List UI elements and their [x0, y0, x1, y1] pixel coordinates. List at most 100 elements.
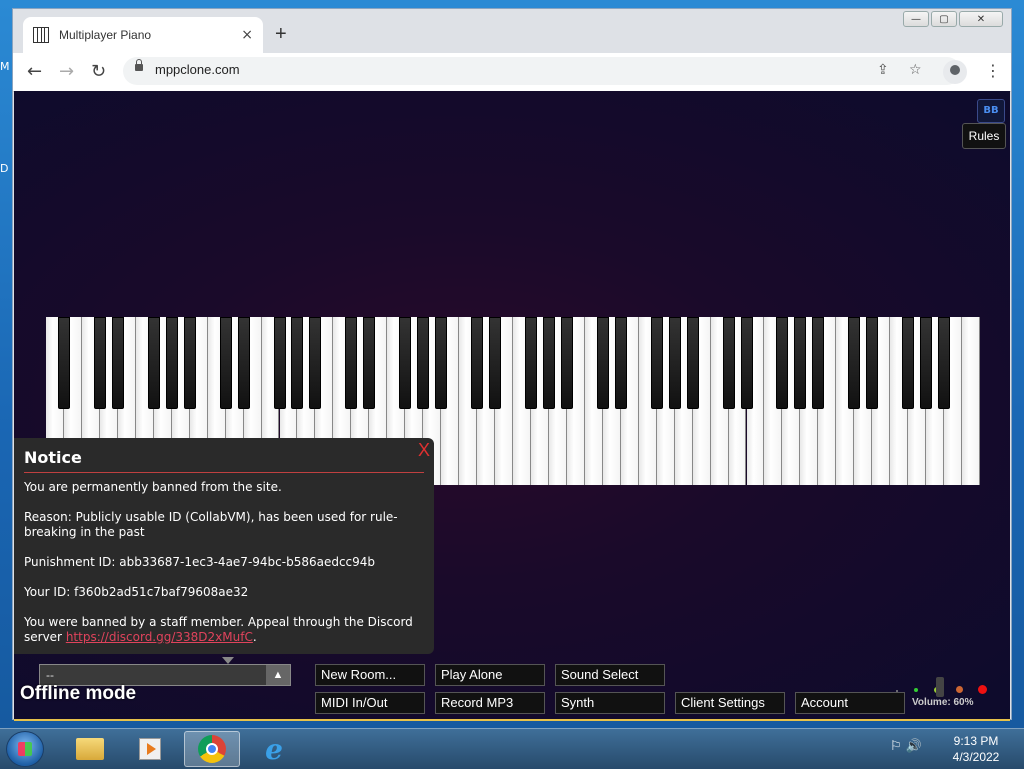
back-arrow-icon[interactable]: ←: [27, 61, 42, 82]
account-button[interactable]: Account: [795, 692, 905, 714]
room-select-value: --: [46, 668, 54, 682]
close-window-button[interactable]: ✕: [959, 11, 1003, 27]
piano-black-key[interactable]: [237, 317, 250, 409]
piano-black-key[interactable]: [920, 317, 933, 409]
reload-icon[interactable]: ↻: [91, 61, 106, 82]
volume-dot: [896, 690, 898, 692]
tray-icons[interactable]: ⚐ 🔊: [890, 739, 922, 754]
taskbar: e ⚐ 🔊 9:13 PM 4/3/2022: [0, 728, 1024, 769]
bb-icon[interactable]: BB: [977, 99, 1005, 123]
forward-arrow-icon[interactable]: →: [59, 61, 74, 82]
ban-reason: Reason: Publicly usable ID (CollabVM), h…: [24, 510, 398, 539]
notice-close-button[interactable]: X: [418, 440, 430, 461]
chrome-icon: [198, 735, 226, 763]
volume-knob[interactable]: [936, 677, 944, 697]
browser-window: — ▢ ✕ Multiplayer Piano × + ← → ↻ mppclo…: [12, 8, 1012, 721]
user-id: Your ID: f360b2ad51c7baf79608ae32: [24, 585, 249, 599]
lock-icon: [135, 59, 143, 71]
piano-black-key[interactable]: [560, 317, 573, 409]
ie-taskbar-button[interactable]: e: [246, 731, 302, 767]
new-room-button[interactable]: New Room...: [315, 664, 425, 686]
piano-black-key[interactable]: [291, 317, 304, 409]
chevron-down-icon: [222, 657, 234, 664]
clock-date: 4/3/2022: [952, 750, 1000, 764]
piano-black-key[interactable]: [57, 317, 70, 409]
piano-black-key[interactable]: [686, 317, 699, 409]
punishment-id: Punishment ID: abb33687-1ec3-4ae7-94bc-b…: [24, 555, 376, 569]
piano-black-key[interactable]: [722, 317, 735, 409]
volume-dot: [978, 685, 987, 694]
synth-button[interactable]: Synth: [555, 692, 665, 714]
media-player-icon: [139, 738, 161, 760]
window-controls: — ▢ ✕: [903, 11, 1003, 27]
piano-black-key[interactable]: [147, 317, 160, 409]
dropdown-arrow-icon[interactable]: ▲: [266, 665, 290, 685]
piano-black-key[interactable]: [902, 317, 915, 409]
page-bottom-strip: [14, 719, 1010, 721]
appeal-message: You were banned by a staff member. Appea…: [24, 615, 424, 645]
piano-black-key[interactable]: [345, 317, 358, 409]
piano-black-key[interactable]: [668, 317, 681, 409]
piano-black-key[interactable]: [399, 317, 412, 409]
volume-control[interactable]: Volume: 60%: [894, 677, 987, 717]
minimize-button[interactable]: —: [903, 11, 929, 27]
client-settings-button[interactable]: Client Settings: [675, 692, 785, 714]
piano-black-key[interactable]: [471, 317, 484, 409]
piano-black-key[interactable]: [183, 317, 196, 409]
piano-black-key[interactable]: [740, 317, 753, 409]
piano-black-key[interactable]: [614, 317, 627, 409]
piano-black-key[interactable]: [435, 317, 448, 409]
address-bar[interactable]: mppclone.com ⇪ ☆: [123, 57, 961, 85]
clock[interactable]: 9:13 PM 4/3/2022: [946, 733, 1006, 765]
piano-black-key[interactable]: [93, 317, 106, 409]
desktop-label: D: [0, 162, 9, 175]
chrome-taskbar-button[interactable]: [184, 731, 240, 767]
piano-black-key[interactable]: [524, 317, 537, 409]
piano-favicon-icon: [33, 27, 49, 43]
record-mp3-button[interactable]: Record MP3: [435, 692, 545, 714]
media-player-taskbar-button[interactable]: [122, 731, 178, 767]
piano-black-key[interactable]: [417, 317, 430, 409]
desktop-label: M: [0, 60, 10, 73]
volume-dot: [956, 686, 963, 693]
url-text: mppclone.com: [155, 62, 240, 77]
piano-black-key[interactable]: [596, 317, 609, 409]
piano-black-key[interactable]: [489, 317, 502, 409]
piano-white-key[interactable]: [962, 317, 980, 485]
share-icon[interactable]: ⇪: [877, 62, 889, 78]
profile-avatar-icon[interactable]: [943, 60, 967, 84]
sound-select-button[interactable]: Sound Select: [555, 664, 665, 686]
browser-menu-icon[interactable]: ⋮: [985, 61, 1001, 80]
piano-black-key[interactable]: [542, 317, 555, 409]
tab-close-icon[interactable]: ×: [241, 27, 253, 43]
piano-black-key[interactable]: [309, 317, 322, 409]
piano-black-key[interactable]: [111, 317, 124, 409]
play-alone-button[interactable]: Play Alone: [435, 664, 545, 686]
browser-tab[interactable]: Multiplayer Piano ×: [23, 17, 263, 53]
volume-label: Volume: 60%: [912, 697, 974, 708]
piano-black-key[interactable]: [776, 317, 789, 409]
rules-button[interactable]: Rules: [962, 123, 1006, 149]
piano-black-key[interactable]: [812, 317, 825, 409]
piano-black-key[interactable]: [165, 317, 178, 409]
piano-black-key[interactable]: [794, 317, 807, 409]
bookmark-star-icon[interactable]: ☆: [909, 62, 922, 78]
clock-time: 9:13 PM: [953, 734, 999, 748]
folder-icon: [76, 738, 104, 760]
explorer-taskbar-button[interactable]: [62, 731, 118, 767]
maximize-button[interactable]: ▢: [931, 11, 957, 27]
piano-black-key[interactable]: [848, 317, 861, 409]
start-button[interactable]: [6, 731, 44, 767]
piano-black-key[interactable]: [273, 317, 286, 409]
piano-black-key[interactable]: [363, 317, 376, 409]
piano-black-key[interactable]: [866, 317, 879, 409]
piano-black-key[interactable]: [938, 317, 951, 409]
piano-black-key[interactable]: [219, 317, 232, 409]
notice-divider: [24, 472, 424, 473]
piano-black-key[interactable]: [650, 317, 663, 409]
discord-link[interactable]: https://discord.gg/338D2xMufC: [66, 630, 253, 644]
new-tab-button[interactable]: +: [275, 23, 287, 46]
midi-button[interactable]: MIDI In/Out: [315, 692, 425, 714]
notice-body: You are permanently banned from the site…: [24, 480, 424, 660]
appeal-end: .: [252, 630, 257, 644]
